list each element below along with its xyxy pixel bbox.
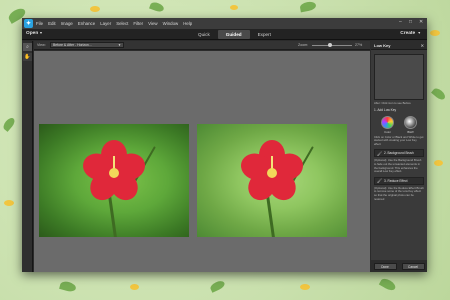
zoom-slider-track[interactable] <box>312 45 352 46</box>
menu-help[interactable]: Help <box>183 21 192 26</box>
photo-editor-window: ✦ File Edit Image Enhance Layer Select F… <box>22 18 427 272</box>
after-hint: After: Click icon to see Before <box>374 101 411 105</box>
tab-expert[interactable]: Expert <box>250 30 279 39</box>
panel-footer: Done Cancel <box>371 260 427 272</box>
leaf-decoration <box>59 280 77 293</box>
close-icon[interactable]: ✕ <box>421 41 424 50</box>
color-wheel-icon[interactable] <box>381 115 394 129</box>
panel-preview <box>374 54 424 100</box>
before-flower-center <box>109 168 119 178</box>
menu-view[interactable]: View <box>148 21 157 26</box>
low-key-choices: Color B&W <box>371 115 427 134</box>
done-button[interactable]: Done <box>373 262 397 270</box>
mode-bar: Open▼ Quick Guided Expert Create ▼ <box>22 29 427 40</box>
petal-decoration <box>130 284 139 290</box>
step1-hint: Click on Color or Black and White to get… <box>374 134 424 146</box>
canvas-area <box>34 51 370 272</box>
view-select-value: Before & After - Horizon... <box>53 43 92 47</box>
after-flower-center <box>267 168 277 178</box>
petal-decoration <box>4 200 14 206</box>
menu-enhance[interactable]: Enhance <box>78 21 95 26</box>
leaf-decoration <box>209 279 226 293</box>
leaf-decoration <box>1 116 17 132</box>
zoom-value: 27% <box>355 43 363 47</box>
tab-guided[interactable]: Guided <box>217 30 250 39</box>
brush-icon: 🖌 <box>377 178 383 184</box>
menu-image[interactable]: Image <box>61 21 73 26</box>
leaf-decoration <box>299 0 317 13</box>
petal-decoration <box>230 5 238 10</box>
petal-decoration <box>430 30 440 36</box>
menu-bar: ✦ File Edit Image Enhance Layer Select F… <box>22 18 427 29</box>
step3-hint: (Optional): Use the Reduce Effect Brush … <box>374 185 424 201</box>
brush-icon: 🖌 <box>377 150 383 156</box>
step3-title: 3. Reduce Effect <box>384 178 408 183</box>
menu-window[interactable]: Window <box>163 21 179 26</box>
petal-decoration <box>434 160 443 166</box>
menu-edit[interactable]: Edit <box>48 21 56 26</box>
window-controls: – □ ✕ <box>399 20 424 25</box>
maximize-icon[interactable]: □ <box>409 20 414 25</box>
view-label: View: <box>37 43 46 47</box>
step1-title: 1. Add Low Key <box>374 107 397 112</box>
leaf-decoration <box>149 0 165 14</box>
menu-filter[interactable]: Filter <box>133 21 143 26</box>
open-button[interactable]: Open▼ <box>26 31 43 36</box>
before-image[interactable] <box>39 124 189 237</box>
options-bar: View: Before & After - Horizon... ▼ Zoom… <box>34 41 370 50</box>
create-label: Create <box>400 31 416 36</box>
tool-strip: ⌕ ✋ <box>22 41 33 272</box>
zoom-slider-handle[interactable] <box>328 43 332 47</box>
close-icon[interactable]: ✕ <box>419 20 424 25</box>
menu-select[interactable]: Select <box>116 21 128 26</box>
open-label: Open <box>26 31 39 36</box>
menu-file[interactable]: File <box>36 21 43 26</box>
hand-tool-icon[interactable]: ✋ <box>23 53 32 61</box>
minimize-icon[interactable]: – <box>399 20 404 25</box>
zoom-label: Zoom: <box>298 43 309 47</box>
tab-quick[interactable]: Quick <box>190 30 218 39</box>
view-select[interactable]: Before & After - Horizon... ▼ <box>50 42 124 48</box>
app-logo-icon: ✦ <box>24 19 33 28</box>
after-flower <box>235 134 309 210</box>
leaf-decoration <box>431 86 447 102</box>
cancel-button[interactable]: Cancel <box>401 262 425 270</box>
create-button[interactable]: Create ▼ <box>400 31 421 36</box>
bw-option[interactable]: B&W <box>404 115 417 134</box>
low-key-panel: Low Key ✕ After: Click icon to see Befor… <box>371 41 427 272</box>
background-brush-button[interactable]: 🖌 2. Background Brush <box>374 149 424 158</box>
black-white-icon[interactable] <box>404 115 417 129</box>
petal-decoration <box>300 284 310 290</box>
chevron-down-icon: ▼ <box>417 31 421 35</box>
before-flower <box>77 134 151 210</box>
step2-title: 2. Background Brush <box>384 151 414 156</box>
color-option[interactable]: Color <box>381 115 394 134</box>
chevron-down-icon: ▼ <box>118 43 121 47</box>
bw-option-label: B&W <box>407 129 414 134</box>
chevron-down-icon: ▼ <box>39 31 43 35</box>
panel-title-bar: Low Key ✕ <box>371 41 427 50</box>
zoom-tool-icon[interactable]: ⌕ <box>23 43 32 51</box>
color-option-label: Color <box>384 129 391 134</box>
step2-hint: (Optional): Use the Background Brush to … <box>374 158 422 174</box>
mode-tabs: Quick Guided Expert <box>190 30 279 39</box>
reduce-effect-button[interactable]: 🖌 3. Reduce Effect <box>374 176 424 185</box>
petal-decoration <box>90 6 100 12</box>
panel-title: Low Key <box>374 43 391 48</box>
after-image[interactable] <box>197 124 347 237</box>
menu-layer[interactable]: Layer <box>100 21 111 26</box>
leaf-decoration <box>378 276 398 293</box>
